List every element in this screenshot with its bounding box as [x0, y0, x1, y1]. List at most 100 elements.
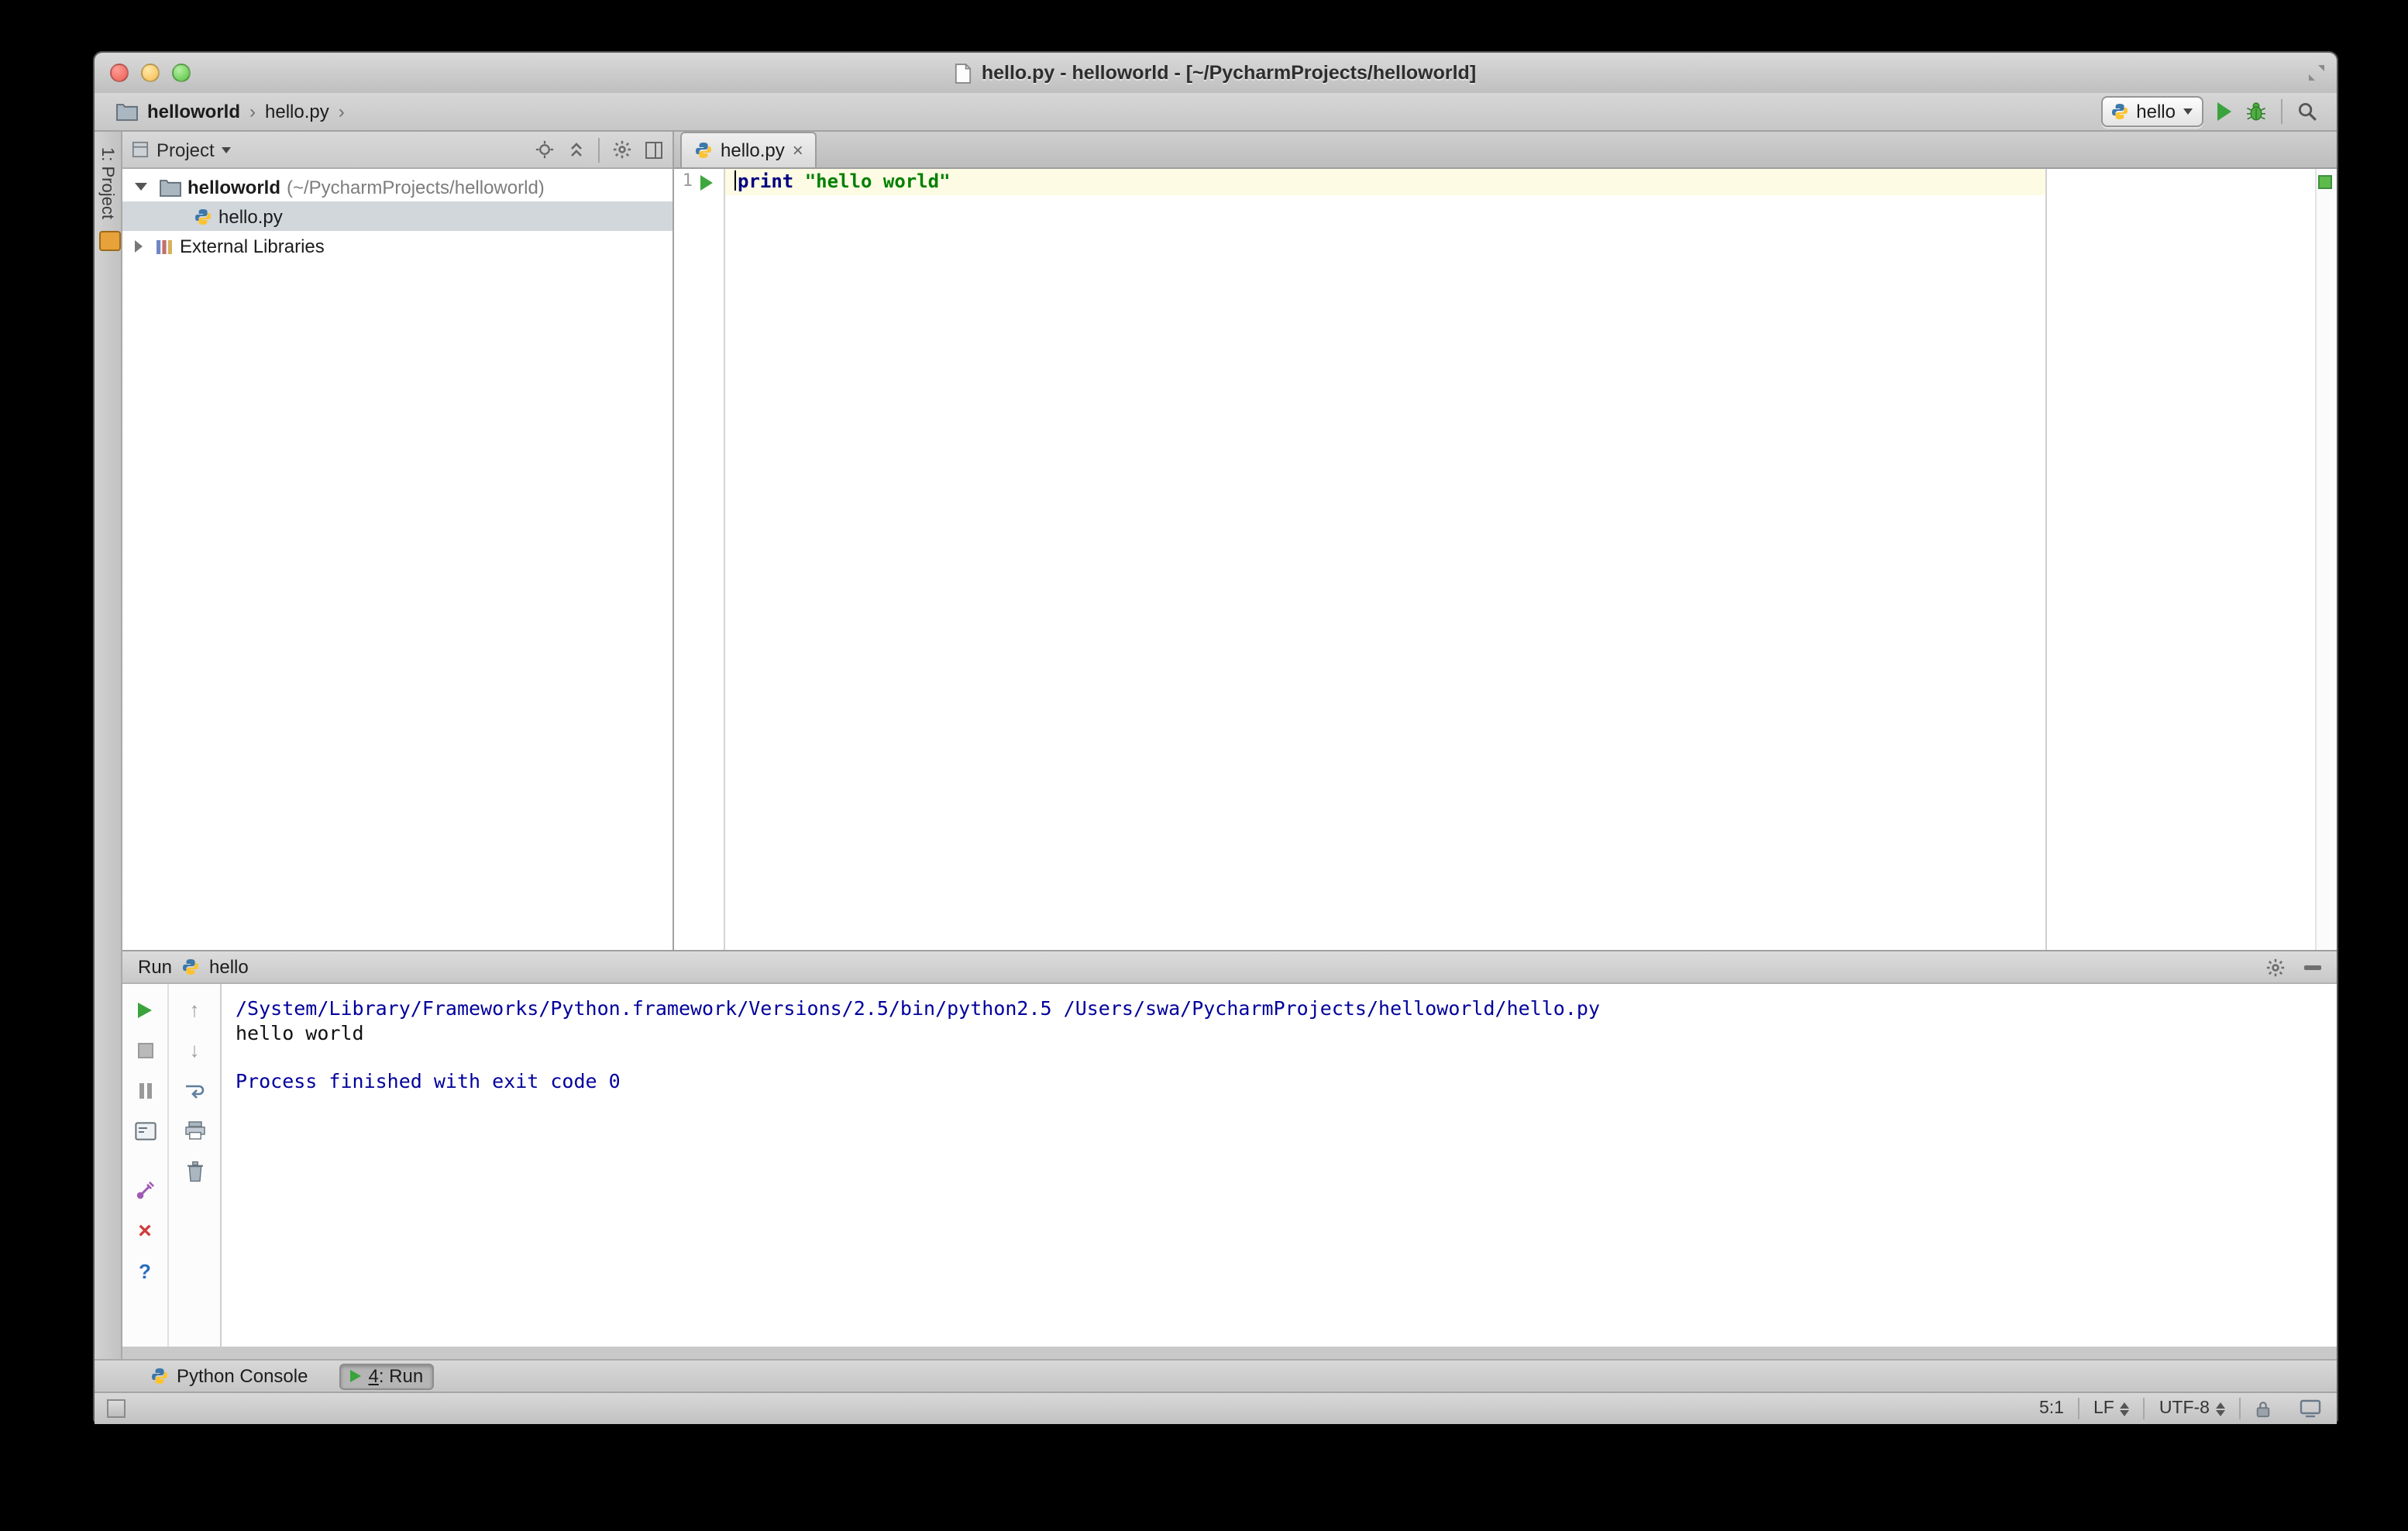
soft-wrap-icon[interactable] [177, 1074, 212, 1106]
project-view-icon [132, 141, 149, 158]
line-separator-widget[interactable]: LF [2079, 1397, 2144, 1420]
lock-icon[interactable] [2241, 1397, 2286, 1420]
console-line: /System/Library/Frameworks/Python.framew… [236, 996, 1600, 1020]
bottom-toolwindow-bar: Python Console 4: Run [95, 1359, 2337, 1392]
chevron-down-icon [2183, 108, 2193, 115]
line-number: 1 [682, 170, 693, 191]
close-window-button[interactable] [110, 64, 129, 82]
print-icon[interactable] [177, 1114, 212, 1147]
tab-hello-py[interactable]: hello.py × [680, 132, 817, 167]
toolwindow-toggle-icon[interactable] [107, 1399, 126, 1418]
code-line-1[interactable]: print "hello world" [734, 170, 951, 192]
collapse-arrow-icon[interactable] [135, 239, 143, 252]
project-toolwindow-button[interactable]: 1: Project [98, 147, 116, 219]
console-line: hello world [236, 1020, 364, 1044]
run-button[interactable] [2217, 102, 2231, 121]
run-toolwindow-header[interactable]: Run hello [122, 950, 2337, 984]
status-bar: 5:1 LF UTF-8 [95, 1392, 2337, 1424]
run-line-icon[interactable] [700, 175, 713, 191]
show-console-icon[interactable] [128, 1114, 162, 1147]
up-arrow-icon[interactable]: ↑ [177, 993, 212, 1026]
tab-label: hello.py [721, 139, 785, 161]
python-icon [181, 958, 200, 976]
left-toolwindow-stripe: 1: Project [95, 132, 122, 1359]
locate-file-icon[interactable] [535, 139, 555, 160]
run-icon [349, 1370, 361, 1382]
gear-icon[interactable] [2265, 957, 2286, 977]
console-line: Process finished with exit code 0 [236, 1068, 621, 1092]
close-toolwindow-button[interactable]: × [128, 1215, 162, 1247]
editor-tabbar: hello.py × [674, 132, 2337, 169]
code-keyword: print [738, 170, 794, 192]
spinner-icon [2216, 1402, 2225, 1416]
run-control-toolbar: × ? [122, 984, 169, 1347]
monitor-icon[interactable] [2286, 1397, 2324, 1420]
tree-external-libraries-label: External Libraries [180, 235, 325, 256]
chevron-down-icon[interactable] [222, 146, 232, 153]
window-title-group: hello.py - helloworld - [~/PycharmProjec… [95, 62, 2337, 84]
project-panel-actions [535, 137, 663, 162]
breadcrumb-project[interactable]: helloworld [147, 101, 240, 122]
project-panel: Project helloworld (~/PycharmProjects/he… [122, 132, 674, 950]
run-configuration-select[interactable]: hello [2100, 96, 2203, 127]
search-icon[interactable] [2296, 101, 2318, 122]
tree-file-name: hello.py [218, 205, 283, 227]
tree-row-external-libraries[interactable]: External Libraries [122, 231, 673, 260]
python-file-icon [194, 207, 212, 225]
toolbar-separator [598, 137, 600, 162]
python-console-button[interactable]: Python Console [141, 1363, 317, 1389]
run-tab-label: 4: Run [368, 1365, 424, 1387]
clear-console-icon[interactable] [177, 1154, 212, 1187]
inspection-ok-marker[interactable] [2318, 175, 2332, 189]
run-header-actions [2265, 957, 2321, 977]
breadcrumb: helloworld › hello.py › [116, 101, 345, 122]
console-output[interactable]: /System/Library/Frameworks/Python.framew… [222, 984, 2337, 1347]
down-arrow-icon[interactable]: ↓ [177, 1034, 212, 1066]
right-margin-guide [2045, 169, 2047, 950]
traffic-lights [110, 64, 191, 82]
encoding-widget[interactable]: UTF-8 [2145, 1397, 2239, 1420]
python-console-label: Python Console [177, 1365, 308, 1387]
rerun-button[interactable] [128, 993, 162, 1026]
minimize-window-button[interactable] [141, 64, 160, 82]
attach-debugger-icon[interactable] [128, 1175, 162, 1207]
split-mode-icon[interactable] [645, 140, 663, 159]
gear-icon[interactable] [612, 139, 632, 160]
help-button[interactable]: ? [128, 1255, 162, 1288]
run-toolwindow-title: Run [138, 956, 173, 978]
annotation-strip[interactable] [2315, 169, 2337, 950]
python-icon [2110, 102, 2128, 121]
run-configuration-name: hello [2136, 101, 2176, 122]
pause-button[interactable] [128, 1074, 162, 1106]
navigation-bar: helloworld › hello.py › hello [95, 93, 2337, 132]
collapse-all-icon[interactable] [567, 140, 586, 159]
expand-arrow-icon[interactable] [135, 183, 147, 191]
titlebar[interactable]: hello.py - helloworld - [~/PycharmProjec… [95, 53, 2337, 95]
project-panel-header: Project [122, 132, 673, 169]
debug-button[interactable] [2245, 101, 2267, 122]
caret-position-widget[interactable]: 5:1 [2025, 1397, 2078, 1420]
tree-row-hello-py[interactable]: hello.py [122, 201, 673, 231]
run-toolwindow-body: × ? ↑ ↓ /System/Library/Frameworks/Pytho… [122, 984, 2337, 1347]
breadcrumb-file[interactable]: hello.py [265, 101, 329, 122]
folder-icon [116, 102, 138, 121]
toolbar-separator [2281, 99, 2282, 124]
editor-body[interactable]: 1 print "hello world" [674, 169, 2337, 950]
tree-row-project-root[interactable]: helloworld (~/PycharmProjects/helloworld… [122, 172, 673, 201]
fullscreen-resize-icon[interactable] [2307, 64, 2326, 82]
stop-button[interactable] [128, 1034, 162, 1066]
hide-toolwindow-icon[interactable] [2304, 965, 2321, 969]
run-toolbar: hello [2100, 96, 2318, 127]
project-toolwindow-icon[interactable] [99, 231, 121, 251]
close-icon[interactable]: × [793, 141, 803, 160]
run-toolwindow-tab[interactable]: 4: Run [339, 1363, 435, 1389]
project-tree: helloworld (~/PycharmProjects/helloworld… [122, 169, 673, 260]
breadcrumb-separator: › [338, 101, 345, 122]
document-icon [955, 63, 972, 83]
folder-icon [160, 177, 181, 196]
project-panel-title[interactable]: Project [157, 139, 215, 160]
tree-root-name: helloworld [187, 176, 280, 198]
window-title: hello.py - helloworld - [~/PycharmProjec… [981, 62, 1477, 84]
editor-gutter: 1 [674, 169, 725, 950]
zoom-window-button[interactable] [172, 64, 191, 82]
